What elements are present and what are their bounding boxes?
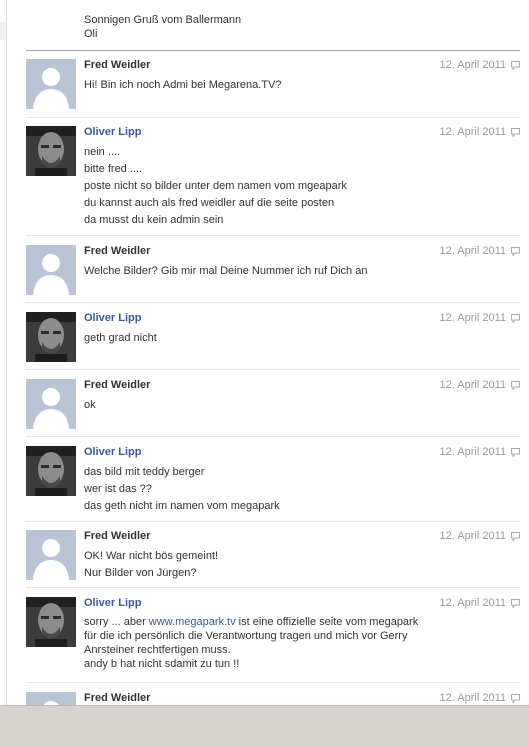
message-author[interactable]: Oliver Lipp (84, 597, 141, 610)
default-profile-silhouette-icon (26, 530, 76, 580)
message-divider (26, 302, 520, 303)
message-line: Welche Bilder? Gib mir mal Deine Nummer … (84, 265, 368, 277)
message-item: Fred Weidler 12. April 2011 Hi! Bin ich … (26, 59, 520, 118)
default-profile-silhouette-icon (26, 379, 76, 429)
message-date: 12. April 2011 (439, 126, 506, 138)
default-profile-silhouette-icon (26, 59, 76, 109)
message-line: andy b hat nicht sdamit zu tun !! (84, 658, 240, 670)
message-author[interactable]: Fred Weidler (84, 245, 150, 258)
fred-weidler-avatar[interactable] (26, 245, 76, 295)
message-divider (26, 369, 520, 370)
message-line: da musst du kein admin sein (84, 214, 224, 226)
message-text: sorry ... aber (84, 616, 149, 628)
message-date: 12. April 2011 (439, 379, 506, 391)
message-date: 12. April 2011 (439, 530, 506, 542)
left-column-tab (0, 22, 7, 40)
message-item: Oliver Lipp 12. April 2011 das bild mit … (26, 446, 520, 522)
message-author[interactable]: Oliver Lipp (84, 312, 141, 325)
oliver-lipp-avatar[interactable] (26, 312, 76, 362)
speech-bubble-icon[interactable] (511, 61, 520, 70)
oliver-lipp-avatar[interactable] (26, 446, 76, 496)
message-author[interactable]: Fred Weidler (84, 59, 150, 72)
thread-divider (26, 50, 520, 51)
speech-bubble-icon[interactable] (511, 381, 520, 390)
message-item: Fred Weidler 12. April 2011 Welche Bilde… (26, 245, 520, 303)
speech-bubble-icon[interactable] (511, 448, 520, 457)
message-line: Hi! Bin ich noch Admi bei Megarena.TV? (84, 79, 282, 91)
previous-message-signature: Oli (84, 28, 98, 40)
message-body: Hi! Bin ich noch Admi bei Megarena.TV? (84, 77, 429, 94)
message-divider (26, 587, 520, 588)
message-thread: Sonnigen Gruß vom Ballermann Oli Fred We… (26, 0, 520, 705)
fred-weidler-avatar[interactable] (26, 530, 76, 580)
message-line: bitte fred .... (84, 163, 143, 175)
message-body: ok (84, 397, 429, 414)
message-line: nein .... (84, 146, 121, 158)
message-date: 12. April 2011 (439, 59, 506, 71)
oliver-lipp-avatar[interactable] (26, 126, 76, 176)
message-date: 12. April 2011 (439, 597, 506, 609)
speech-bubble-icon[interactable] (511, 694, 520, 703)
fred-weidler-avatar[interactable] (26, 692, 76, 705)
previous-message-line: Sonnigen Gruß vom Ballermann (84, 14, 242, 26)
default-profile-silhouette-icon (26, 692, 76, 705)
message-body: nein .... bitte fred .... poste nicht so… (84, 144, 429, 229)
default-profile-silhouette-icon (26, 245, 76, 295)
message-line: OK! War nicht bös gemeint! (84, 550, 219, 562)
message-body: OK! War nicht bös gemeint! Nur Bilder vo… (84, 548, 429, 582)
message-line: Nur Bilder von Jürgen? (84, 567, 197, 579)
speech-bubble-icon[interactable] (511, 599, 520, 608)
message-author[interactable]: Fred Weidler (84, 692, 150, 705)
message-author[interactable]: Fred Weidler (84, 379, 150, 392)
message-author[interactable]: Fred Weidler (84, 530, 150, 543)
message-author[interactable]: Oliver Lipp (84, 126, 141, 139)
oliver-lipp-avatar[interactable] (26, 597, 76, 647)
message-body: sorry ... aber www.megapark.tv ist eine … (84, 615, 429, 671)
fred-weidler-avatar[interactable] (26, 379, 76, 429)
profile-photo-bald-man-icon (26, 597, 76, 647)
message-line: wer ist das ?? (84, 483, 152, 495)
message-divider (26, 117, 520, 118)
speech-bubble-icon[interactable] (511, 532, 520, 541)
megapark-link[interactable]: www.megapark.tv (149, 616, 236, 628)
profile-photo-bald-man-icon (26, 312, 76, 362)
message-date: 12. April 2011 (439, 245, 506, 257)
message-item: Oliver Lipp 12. April 2011 sorry ... abe… (26, 597, 520, 683)
profile-photo-bald-man-icon (26, 446, 76, 496)
message-body: das bild mit teddy berger wer ist das ??… (84, 464, 429, 515)
fred-weidler-avatar[interactable] (26, 59, 76, 109)
message-date: 12. April 2011 (439, 446, 506, 458)
taskbar (0, 705, 529, 747)
message-item: Fred Weidler 12. April 2011 ok (26, 379, 520, 437)
message-date: 12. April 2011 (439, 312, 506, 324)
message-item: Oliver Lipp 12. April 2011 geth grad nic… (26, 312, 520, 370)
message-body: geth grad nicht (84, 330, 429, 347)
message-divider (26, 521, 520, 522)
message-date: 12. April 2011 (439, 692, 506, 704)
message-item: Oliver Lipp 12. April 2011 nein .... bit… (26, 126, 520, 236)
message-line: geth grad nicht (84, 332, 157, 344)
message-author[interactable]: Oliver Lipp (84, 446, 141, 459)
message-item: Fred Weidler 12. April 2011 OK! War nich… (26, 530, 520, 588)
message-body: Welche Bilder? Gib mir mal Deine Nummer … (84, 263, 429, 280)
speech-bubble-icon[interactable] (511, 128, 520, 137)
speech-bubble-icon[interactable] (511, 314, 520, 323)
message-divider (26, 682, 520, 683)
message-line: das bild mit teddy berger (84, 466, 205, 478)
left-column-divider (6, 0, 7, 705)
message-line: poste nicht so bilder unter dem namen vo… (84, 180, 347, 192)
message-line: ok (84, 399, 96, 411)
speech-bubble-icon[interactable] (511, 247, 520, 256)
message-item: Fred Weidler 12. April 2011 (26, 692, 520, 705)
message-line: du kannst auch als fred weidler auf die … (84, 197, 335, 209)
message-divider (26, 235, 520, 236)
message-paragraph: sorry ... aber www.megapark.tv ist eine … (84, 615, 429, 657)
profile-photo-bald-man-icon (26, 126, 76, 176)
message-divider (26, 436, 520, 437)
message-line: das geth nicht im namen vom megapark (84, 500, 280, 512)
previous-message-tail: Sonnigen Gruß vom Ballermann Oli (84, 13, 241, 41)
